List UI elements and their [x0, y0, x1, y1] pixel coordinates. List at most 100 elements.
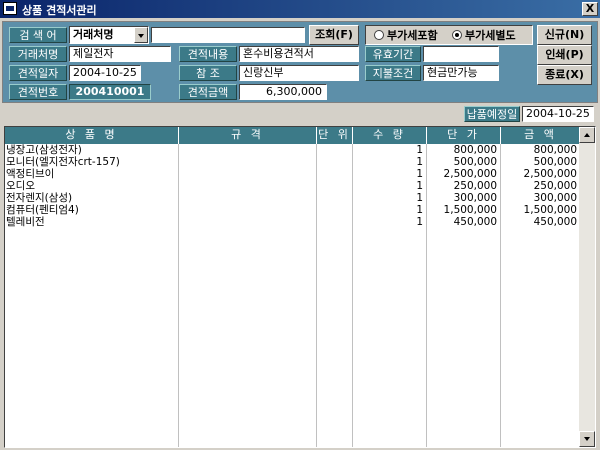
- client-label: 거래처명: [9, 46, 67, 62]
- content-label: 견적내용: [179, 46, 237, 62]
- table-row[interactable]: 오디오 1 250,000 250,000: [5, 180, 581, 192]
- amount-field: 6,300,000: [239, 84, 327, 100]
- cell-unit: [317, 168, 352, 180]
- cell-amount: 300,000: [533, 192, 577, 204]
- vat-include-label: 부가세포함: [387, 29, 438, 42]
- cell-amount: 500,000: [533, 156, 577, 168]
- table-header: 상 품 명 규 격 단 위 수 량 단 가 금 액: [5, 127, 581, 144]
- cell-name: 액정티브이: [6, 168, 55, 180]
- cell-price: 2,500,000: [443, 168, 497, 180]
- cell-price: 450,000: [453, 216, 497, 228]
- window-app-icon: [3, 2, 17, 15]
- cell-amount: 2,500,000: [523, 168, 577, 180]
- column-header-amount[interactable]: 금 액: [501, 127, 581, 144]
- arrow-down-icon: [584, 437, 590, 441]
- cell-unit: [317, 156, 352, 168]
- vat-include-radio[interactable]: 부가세포함: [374, 29, 438, 43]
- title-bar: 상품 견적서관리 X: [0, 0, 600, 18]
- cell-price: 250,000: [453, 180, 497, 192]
- radio-on-icon: [452, 30, 462, 40]
- cell-spec: [179, 192, 316, 204]
- vat-separate-label: 부가세별도: [465, 29, 516, 42]
- cell-name: 전자렌지(삼성): [6, 192, 73, 204]
- column-header-qty[interactable]: 수 량: [353, 127, 427, 144]
- cell-price: 800,000: [453, 144, 497, 156]
- print-button[interactable]: 인쇄(P): [537, 45, 592, 65]
- date-label: 견적일자: [9, 65, 67, 81]
- cell-spec: [179, 216, 316, 228]
- window-title: 상품 견적서관리: [22, 4, 97, 17]
- scroll-down-button[interactable]: [579, 431, 595, 447]
- ref-field[interactable]: 신랑신부: [239, 65, 359, 81]
- cell-qty: 1: [416, 144, 423, 156]
- cell-qty: 1: [416, 216, 423, 228]
- cell-name: 오디오: [6, 180, 35, 192]
- vat-radio-group: 부가세포함 부가세별도: [365, 25, 533, 45]
- table-row[interactable]: 컴퓨터(펜티엄4) 1 1,500,000 1,500,000: [5, 204, 581, 216]
- items-table[interactable]: 상 품 명 규 격 단 위 수 량 단 가 금 액 냉장고(삼성전자) 1 80…: [4, 126, 596, 448]
- search-field-value: 거래처명: [73, 28, 114, 41]
- delivery-strip: 납품예정일 2004-10-25: [2, 104, 598, 124]
- table-row[interactable]: 모니터(엘지전자crt-157) 1 500,000 500,000: [5, 156, 581, 168]
- column-header-price[interactable]: 단 가: [427, 127, 501, 144]
- cell-price: 1,500,000: [443, 204, 497, 216]
- cell-spec: [179, 168, 316, 180]
- chevron-down-icon[interactable]: [134, 27, 148, 43]
- cell-unit: [317, 192, 352, 204]
- scroll-up-button[interactable]: [579, 127, 595, 143]
- cell-name: 모니터(엘지전자crt-157): [6, 156, 120, 168]
- cell-unit: [317, 180, 352, 192]
- cell-unit: [317, 144, 352, 156]
- search-label: 검 색 어: [9, 27, 67, 43]
- arrow-up-icon: [584, 133, 590, 137]
- column-header-name[interactable]: 상 품 명: [5, 127, 179, 144]
- delivery-label: 납품예정일: [464, 106, 520, 122]
- payment-field[interactable]: 현금만가능: [423, 65, 499, 81]
- table-row[interactable]: 액정티브이 1 2,500,000 2,500,000: [5, 168, 581, 180]
- amount-label: 견적금액: [179, 84, 237, 100]
- quote-no-field: 200410001: [69, 84, 151, 100]
- ref-label: 참 조: [179, 65, 237, 81]
- cell-unit: [317, 216, 352, 228]
- close-button[interactable]: 종료(X): [537, 65, 592, 85]
- cell-amount: 1,500,000: [523, 204, 577, 216]
- cell-amount: 250,000: [533, 180, 577, 192]
- date-field[interactable]: 2004-10-25: [69, 65, 141, 81]
- validity-field[interactable]: [423, 46, 499, 62]
- cell-name: 컴퓨터(펜티엄4): [6, 204, 79, 216]
- quote-no-label: 견적번호: [9, 84, 67, 100]
- radio-off-icon: [374, 30, 384, 40]
- table-row[interactable]: 텔레비전 1 450,000 450,000: [5, 216, 581, 228]
- search-field-select[interactable]: 거래처명: [69, 26, 149, 44]
- content-field[interactable]: 혼수비용견적서: [239, 46, 359, 62]
- cell-spec: [179, 204, 316, 216]
- vat-separate-radio[interactable]: 부가세별도: [452, 29, 516, 43]
- header-panel: 검 색 어 거래처명 조회(F) 부가세포함 부가세별도 신규(N) 거래처명 …: [2, 21, 598, 103]
- payment-label: 지불조건: [365, 65, 421, 81]
- close-icon[interactable]: X: [582, 2, 598, 16]
- cell-qty: 1: [416, 156, 423, 168]
- search-input[interactable]: [151, 27, 305, 43]
- cell-amount: 450,000: [533, 216, 577, 228]
- cell-price: 500,000: [453, 156, 497, 168]
- client-field[interactable]: 제일전자: [69, 46, 171, 62]
- cell-spec: [179, 180, 316, 192]
- cell-name: 냉장고(삼성전자): [6, 144, 82, 156]
- search-button[interactable]: 조회(F): [309, 25, 359, 45]
- cell-name: 텔레비전: [6, 216, 45, 228]
- vertical-scrollbar[interactable]: [579, 127, 595, 447]
- table-row[interactable]: 냉장고(삼성전자) 1 800,000 800,000: [5, 144, 581, 156]
- cell-price: 300,000: [453, 192, 497, 204]
- cell-qty: 1: [416, 180, 423, 192]
- validity-label: 유효기간: [365, 46, 421, 62]
- table-row[interactable]: 전자렌지(삼성) 1 300,000 300,000: [5, 192, 581, 204]
- new-button[interactable]: 신규(N): [537, 25, 592, 45]
- cell-spec: [179, 156, 316, 168]
- delivery-date-field[interactable]: 2004-10-25: [522, 106, 594, 122]
- column-header-spec[interactable]: 규 격: [179, 127, 317, 144]
- column-header-unit[interactable]: 단 위: [317, 127, 353, 144]
- cell-amount: 800,000: [533, 144, 577, 156]
- cell-qty: 1: [416, 204, 423, 216]
- cell-spec: [179, 144, 316, 156]
- cell-unit: [317, 204, 352, 216]
